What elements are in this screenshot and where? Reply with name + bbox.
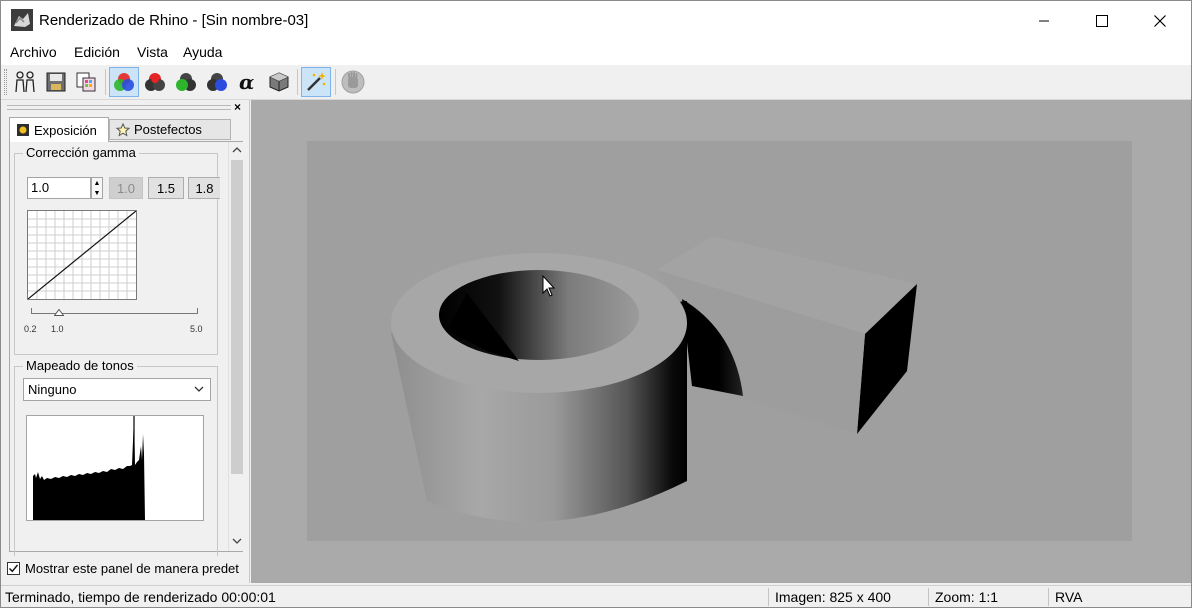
rendered-model-image [391, 236, 917, 522]
rgb-channels-button[interactable] [109, 67, 139, 97]
tab-exposicion-label: Exposición [34, 122, 97, 138]
status-channel: RVA [1055, 589, 1083, 605]
status-divider [768, 588, 769, 606]
gamma-preset-1-8[interactable]: 1.8 [188, 177, 220, 199]
stop-render-button[interactable] [338, 67, 368, 97]
gamma-group: Corrección gamma 1.0 ▲ ▼ 1.0 1.5 1.8 0.2… [14, 145, 220, 355]
close-button[interactable] [1131, 1, 1189, 41]
checkmark-icon [9, 564, 19, 572]
gamma-curve [27, 210, 137, 300]
scroll-down-button[interactable] [229, 533, 244, 549]
close-icon [1154, 15, 1166, 27]
tonemap-selected: Ninguno [28, 382, 77, 397]
magic-wand-icon [307, 72, 326, 91]
gamma-slider-thumb-icon[interactable] [54, 309, 64, 316]
exposure-panel: × Exposición Postefectos Corrección gamm… [1, 100, 250, 583]
gamma-spinner[interactable]: ▲ ▼ [91, 177, 103, 199]
spin-down-icon: ▼ [93, 189, 101, 197]
scroll-up-button[interactable] [229, 142, 244, 158]
status-divider [928, 588, 929, 606]
rhino-app-icon [11, 9, 33, 31]
green-channel-icon [176, 73, 196, 91]
status-divider [1048, 588, 1049, 606]
panel-close-button[interactable]: × [234, 100, 241, 114]
green-channel-button[interactable] [171, 67, 201, 97]
depth-button[interactable] [264, 67, 294, 97]
menu-ayuda[interactable]: Ayuda [183, 44, 222, 60]
people-button[interactable] [10, 67, 40, 97]
render-image[interactable] [307, 141, 1132, 541]
render-window: Renderizado de Rhino - [Sin nombre-03] A… [0, 0, 1192, 608]
gamma-value-input[interactable]: 1.0 [27, 177, 91, 199]
toolbar-grip[interactable] [4, 69, 7, 95]
slider-min-label: 0.2 [24, 324, 37, 334]
star-icon [116, 122, 130, 137]
toolbar-separator [297, 69, 298, 95]
save-button[interactable] [41, 67, 71, 97]
gamma-curve-graph [27, 210, 137, 300]
slider-mid-label: 1.0 [51, 324, 64, 334]
scroll-thumb[interactable] [231, 160, 243, 474]
menu-vista[interactable]: Vista [137, 44, 168, 60]
rgb-channels-icon [114, 73, 134, 91]
show-panel-default-row[interactable]: Mostrar este panel de manera predet [7, 559, 247, 577]
copy-image-icon [76, 72, 96, 92]
chevron-up-icon [232, 147, 241, 153]
exposure-icon [16, 123, 30, 137]
hand-icon [341, 70, 365, 94]
status-image-size: Imagen: 825 x 400 [775, 589, 891, 605]
chevron-down-icon [194, 386, 204, 392]
minimize-icon [1039, 20, 1049, 22]
svg-text:α: α [239, 71, 254, 93]
tab-postefectos[interactable]: Postefectos [109, 119, 231, 140]
histogram [26, 415, 204, 521]
blue-channel-button[interactable] [202, 67, 232, 97]
depth-box-icon [269, 72, 289, 92]
maximize-icon [1096, 15, 1108, 27]
alpha-channel-icon: α [239, 71, 254, 93]
menu-bar: Archivo Edición Vista Ayuda [1, 41, 1191, 65]
maximize-button[interactable] [1073, 1, 1131, 41]
copy-image-button[interactable] [71, 67, 101, 97]
status-message: Terminado, tiempo de renderizado 00:00:0… [5, 589, 276, 605]
tab-exposicion[interactable]: Exposición [9, 117, 109, 142]
toolbar-separator [335, 69, 336, 95]
gamma-preset-1-0: 1.0 [109, 177, 143, 199]
show-panel-default-label: Mostrar este panel de manera predet [25, 560, 239, 576]
red-channel-button[interactable] [140, 67, 170, 97]
panel-scrollbar[interactable] [228, 142, 243, 551]
people-icon [15, 71, 35, 93]
chevron-down-icon [232, 538, 241, 544]
toolbar-separator [105, 69, 106, 95]
minimize-button[interactable] [1015, 1, 1073, 41]
render-viewport[interactable] [251, 100, 1191, 583]
toolbar: α [1, 65, 1191, 100]
gamma-group-title: Corrección gamma [23, 145, 139, 160]
menu-archivo[interactable]: Archivo [10, 44, 57, 60]
gamma-preset-1-5[interactable]: 1.5 [148, 177, 184, 199]
tonemap-group: Mapeado de tonos Ninguno [14, 358, 218, 556]
show-panel-default-checkbox[interactable] [7, 561, 20, 575]
panel-grip[interactable] [7, 105, 231, 110]
title-bar: Renderizado de Rhino - [Sin nombre-03] [1, 1, 1191, 41]
blue-channel-icon [207, 73, 227, 91]
postfx-button[interactable] [301, 67, 331, 97]
menu-edicion[interactable]: Edición [74, 44, 120, 60]
spin-up-icon: ▲ [93, 179, 101, 187]
tonemap-dropdown[interactable]: Ninguno [23, 378, 211, 401]
slider-max-label: 5.0 [190, 324, 203, 334]
window-title: Renderizado de Rhino - [Sin nombre-03] [39, 12, 309, 29]
alpha-channel-button[interactable]: α [233, 67, 263, 97]
save-icon [46, 72, 66, 92]
tonemap-group-title: Mapeado de tonos [23, 358, 137, 373]
tab-postefectos-label: Postefectos [134, 122, 202, 137]
red-channel-icon [145, 73, 165, 91]
status-bar: Terminado, tiempo de renderizado 00:00:0… [1, 585, 1191, 607]
histogram-plot [27, 416, 145, 520]
exposure-tab-content: Corrección gamma 1.0 ▲ ▼ 1.0 1.5 1.8 0.2… [9, 141, 243, 556]
status-zoom: Zoom: 1:1 [935, 589, 999, 605]
